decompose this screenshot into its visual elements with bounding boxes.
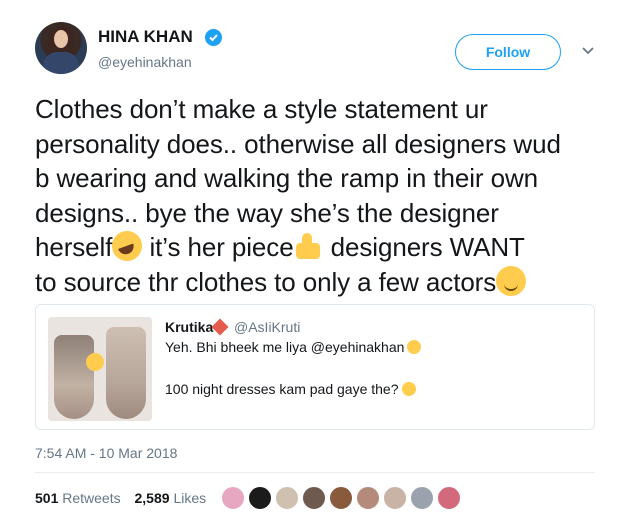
wink-emoji-icon: [496, 265, 527, 296]
divider: [35, 472, 595, 473]
profile-avatar[interactable]: [35, 22, 87, 74]
liker-avatar[interactable]: [328, 485, 354, 511]
liker-avatar[interactable]: [301, 485, 327, 511]
tweet-header: HINA KHAN @eyehinakhan Follow: [35, 22, 615, 78]
thumbs-up-emoji-icon: [294, 231, 324, 261]
tweet-fragment: designers WANT: [323, 232, 525, 262]
quoted-tweet[interactable]: Krutika @AsIiKruti Yeh. Bhi bheek me liy…: [35, 304, 595, 430]
avatar-body: [43, 52, 79, 74]
quoted-text-line: Yeh. Bhi bheek me liya @eyehinakhan: [165, 339, 422, 355]
liker-avatar[interactable]: [436, 485, 462, 511]
tweet-line: herself it’s her piece designers WANT: [35, 230, 595, 265]
likes-stat[interactable]: 2,589 Likes: [135, 490, 207, 506]
quoted-tweet-image[interactable]: [48, 317, 152, 421]
collision-emoji-icon: [211, 318, 229, 336]
tweet-timestamp[interactable]: 7:54 AM - 10 Mar 2018: [35, 445, 177, 461]
tweet-line: personality does.. otherwise all designe…: [35, 128, 561, 159]
tweet-line: to source thr clothes to only a few acto…: [35, 265, 595, 300]
user-handle[interactable]: @eyehinakhan: [98, 54, 192, 70]
laughing-emoji-icon: [401, 382, 416, 396]
tweet-line: b wearing and walking the ramp in their …: [35, 163, 538, 193]
avatar-face: [54, 30, 68, 48]
tweet-stats: 501 Retweets 2,589 Likes: [35, 490, 206, 506]
tweet-fragment: it’s her piece: [142, 232, 294, 262]
tweet-line: designs.. bye the way she’s the designer: [35, 197, 499, 228]
retweets-count: 501: [35, 490, 59, 506]
retweets-label: Retweets: [62, 490, 121, 506]
liker-avatar[interactable]: [247, 485, 273, 511]
retweets-stat[interactable]: 501 Retweets: [35, 490, 121, 506]
quoted-name-text: Krutika: [165, 319, 214, 335]
photo-figure-left: [54, 335, 94, 419]
chevron-down-icon[interactable]: [581, 44, 595, 58]
quoted-text: Yeh. Bhi bheek me liya @eyehinakhan: [165, 339, 405, 355]
liker-avatar[interactable]: [409, 485, 435, 511]
tweet-line: Clothes don’t make a style statement ur: [35, 94, 488, 124]
likes-label: Likes: [173, 490, 207, 506]
quoted-display-name[interactable]: Krutika: [165, 318, 229, 336]
tweet-fragment: to source thr clothes to only a few acto…: [35, 266, 497, 297]
quoted-text: 100 night dresses kam pad gaye the?: [165, 381, 399, 397]
follow-button[interactable]: Follow: [455, 34, 561, 70]
tweet-fragment: herself: [35, 232, 113, 262]
emoji-sticker-icon: [86, 353, 104, 371]
display-name[interactable]: HINA KHAN: [98, 27, 193, 47]
laughing-emoji-icon: [407, 340, 422, 354]
liker-avatar[interactable]: [355, 485, 381, 511]
rofl-emoji-icon: [112, 231, 143, 261]
verified-badge-icon: [205, 29, 222, 46]
quoted-text-line: 100 night dresses kam pad gaye the?: [165, 381, 416, 397]
liker-avatar[interactable]: [274, 485, 300, 511]
liker-avatar[interactable]: [382, 485, 408, 511]
likes-count: 2,589: [134, 490, 170, 506]
tweet-text: Clothes don’t make a style statement ur …: [35, 92, 595, 299]
quoted-user-handle[interactable]: @AsIiKruti: [234, 319, 300, 335]
photo-figure-right: [106, 327, 146, 419]
liker-avatar[interactable]: [220, 485, 246, 511]
